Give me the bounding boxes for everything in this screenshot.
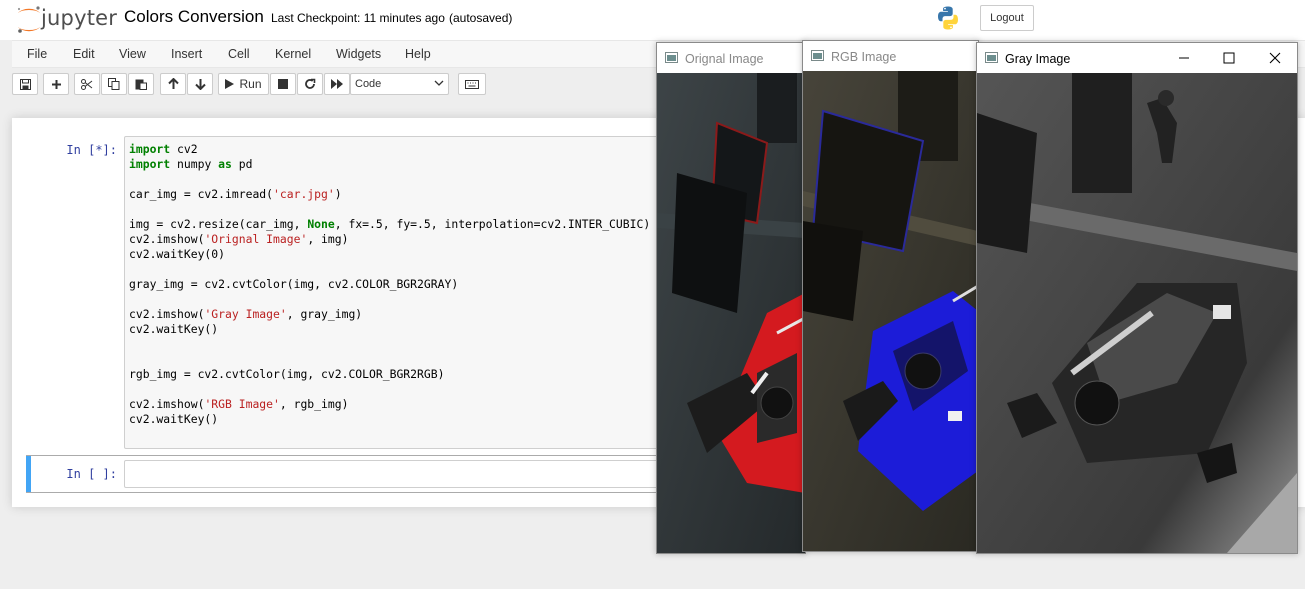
run-label: Run	[239, 77, 262, 91]
window-title: RGB Image	[831, 50, 897, 64]
code-token: import	[129, 157, 171, 171]
gray-image-window[interactable]: Gray Image	[976, 42, 1298, 554]
code-line: gray_img = cv2.cvtColor(img, cv2.COLOR_B…	[129, 277, 459, 291]
arrow-down-icon	[194, 79, 206, 90]
move-up-button[interactable]	[160, 73, 186, 95]
window-title: Orignal Image	[685, 52, 764, 66]
code-string: 'Orignal Image'	[204, 232, 308, 246]
copy-icon	[108, 78, 120, 90]
menu-view[interactable]: View	[119, 47, 146, 61]
original-image	[657, 73, 805, 553]
code-cell-editor[interactable]: import cv2 import numpy as pd car_img = …	[124, 136, 664, 449]
code-line: img = cv2.resize(car_img, None, fx=.5, f…	[129, 217, 651, 231]
close-icon[interactable]	[1265, 49, 1285, 67]
restart-icon	[305, 78, 316, 89]
cell-type-select[interactable]: Code	[350, 73, 449, 95]
command-palette-button[interactable]	[458, 73, 486, 95]
original-image-window[interactable]: Orignal Image	[656, 42, 806, 554]
code-line: cv2.imshow('RGB Image', rgb_img)	[129, 397, 349, 411]
code-string: 'car.jpg'	[273, 187, 335, 201]
restart-button[interactable]	[297, 73, 323, 95]
menu-insert[interactable]: Insert	[171, 47, 202, 61]
code-string: 'RGB Image'	[204, 397, 280, 411]
cut-button[interactable]	[74, 73, 100, 95]
menu-kernel[interactable]: Kernel	[275, 47, 311, 61]
save-button[interactable]	[12, 73, 38, 95]
menu-help[interactable]: Help	[405, 47, 431, 61]
window-app-icon	[665, 52, 678, 63]
save-icon	[19, 78, 31, 90]
move-down-button[interactable]	[187, 73, 213, 95]
code-line: import cv2	[129, 142, 198, 156]
window-titlebar[interactable]: Gray Image	[977, 43, 1297, 73]
checkpoint-status: Last Checkpoint: 11 minutes ago	[271, 11, 445, 25]
logout-button[interactable]: Logout	[980, 5, 1034, 31]
code-token: import	[129, 142, 171, 156]
restart-run-all-button[interactable]	[324, 73, 350, 95]
scissors-icon	[81, 78, 93, 90]
code-line: cv2.imshow('Gray Image', gray_img)	[129, 307, 363, 321]
code-line: car_img = cv2.imread('car.jpg')	[129, 187, 342, 201]
jupyter-logo-text: jupyter	[41, 6, 118, 30]
menu-file[interactable]: File	[27, 47, 47, 61]
arrow-up-icon	[167, 78, 179, 89]
code-token: None	[307, 217, 335, 231]
paste-icon	[135, 79, 147, 90]
empty-code-cell-editor[interactable]	[124, 460, 664, 488]
paste-button[interactable]	[128, 73, 154, 95]
autosave-status: (autosaved)	[449, 11, 513, 25]
stop-icon	[278, 79, 288, 89]
minimize-icon[interactable]	[1174, 49, 1194, 67]
code-token: as	[218, 157, 232, 171]
cell-type-value: Code	[355, 78, 382, 90]
chevron-down-icon	[434, 80, 444, 86]
window-titlebar[interactable]: RGB Image	[803, 41, 978, 71]
code-line: cv2.imshow('Orignal Image', img)	[129, 232, 349, 246]
code-line: import numpy as pd	[129, 157, 253, 171]
code-string: 'Gray Image'	[204, 307, 287, 321]
insert-cell-button[interactable]	[43, 73, 69, 95]
gray-image	[977, 73, 1297, 553]
interrupt-button[interactable]	[270, 73, 296, 95]
maximize-icon[interactable]	[1219, 49, 1239, 67]
window-titlebar[interactable]: Orignal Image	[657, 43, 805, 73]
menu-widgets[interactable]: Widgets	[336, 47, 381, 61]
keyboard-icon	[465, 79, 479, 89]
rgb-image	[803, 71, 978, 551]
cell-prompt: In [ ]:	[66, 467, 117, 481]
run-button[interactable]: Run	[218, 73, 269, 95]
code-line: cv2.waitKey(0)	[129, 247, 226, 261]
notebook-title[interactable]: Colors Conversion	[124, 7, 264, 27]
python-kernel-icon	[938, 6, 958, 30]
window-app-icon	[985, 52, 998, 63]
plus-icon	[51, 79, 61, 89]
cell-prompt: In [*]:	[66, 143, 117, 157]
notebook-header: jupyter Colors Conversion Last Checkpoin…	[0, 0, 1305, 40]
window-app-icon	[811, 50, 824, 61]
code-line: rgb_img = cv2.cvtColor(img, cv2.COLOR_BG…	[129, 367, 445, 381]
code-line: cv2.waitKey()	[129, 412, 219, 426]
menu-cell[interactable]: Cell	[228, 47, 250, 61]
rgb-image-window[interactable]: RGB Image	[802, 40, 979, 552]
copy-button[interactable]	[101, 73, 127, 95]
fast-forward-icon	[331, 79, 343, 89]
code-line: cv2.waitKey()	[129, 322, 219, 336]
play-icon	[225, 79, 235, 89]
window-title: Gray Image	[1005, 52, 1071, 66]
menu-edit[interactable]: Edit	[73, 47, 95, 61]
